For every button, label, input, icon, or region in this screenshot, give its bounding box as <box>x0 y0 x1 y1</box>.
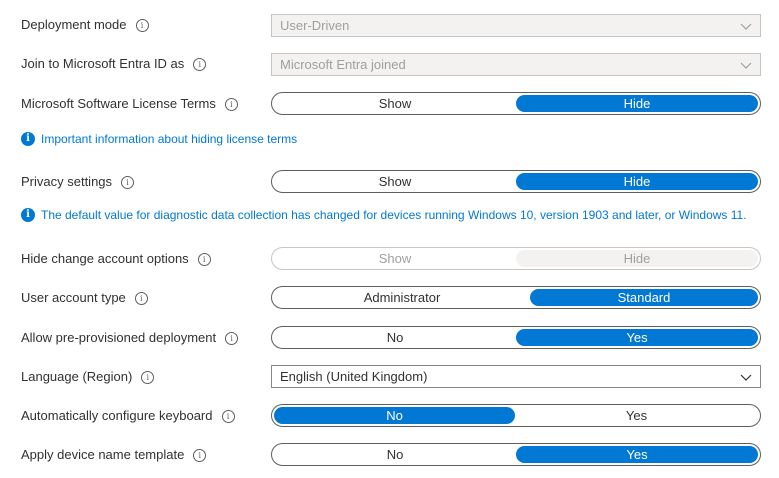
info-filled-icon: i <box>21 132 35 146</box>
user-account-type-label: User account type <box>21 290 126 305</box>
join-entra-label-wrap: Join to Microsoft Entra ID as i <box>21 55 207 73</box>
info-icon[interactable]: i <box>224 97 238 111</box>
privacy-hide-option[interactable]: Hide <box>516 173 758 190</box>
chevron-down-icon <box>740 23 752 30</box>
deployment-mode-label: Deployment mode <box>21 17 127 32</box>
hide-change-account-show-option[interactable]: Show <box>274 250 516 267</box>
deployment-mode-value: User-Driven <box>280 18 350 33</box>
user-account-type-label-wrap: User account type i <box>21 289 148 307</box>
privacy-show-option[interactable]: Show <box>274 173 516 190</box>
chevron-down-icon <box>740 374 752 381</box>
info-icon[interactable]: i <box>221 409 235 423</box>
device-name-template-label: Apply device name template <box>21 447 185 462</box>
auto-keyboard-no-option[interactable]: No <box>274 407 515 424</box>
info-icon[interactable]: i <box>141 370 155 384</box>
hide-change-account-hide-option[interactable]: Hide <box>516 250 758 267</box>
chevron-down-icon <box>740 62 752 69</box>
user-account-type-standard-option[interactable]: Standard <box>530 289 758 306</box>
privacy-label-wrap: Privacy settings i <box>21 173 135 191</box>
license-terms-label-wrap: Microsoft Software License Terms i <box>21 95 238 113</box>
pre-provisioned-label-wrap: Allow pre-provisioned deployment i <box>21 329 239 347</box>
hide-change-account-toggle: Show Hide <box>271 247 761 270</box>
pre-provisioned-toggle: No Yes <box>271 326 761 349</box>
info-icon[interactable]: i <box>193 448 207 462</box>
auto-keyboard-yes-option[interactable]: Yes <box>515 407 758 424</box>
privacy-info-text: The default value for diagnostic data co… <box>41 208 747 222</box>
privacy-label: Privacy settings <box>21 174 113 189</box>
auto-keyboard-label-wrap: Automatically configure keyboard i <box>21 407 235 425</box>
join-entra-select[interactable]: Microsoft Entra joined <box>271 53 761 76</box>
join-entra-label: Join to Microsoft Entra ID as <box>21 56 185 71</box>
license-terms-label: Microsoft Software License Terms <box>21 96 216 111</box>
language-label-wrap: Language (Region) i <box>21 368 155 386</box>
privacy-toggle: Show Hide <box>271 170 761 193</box>
auto-keyboard-toggle: No Yes <box>271 404 761 427</box>
info-icon[interactable]: i <box>225 331 239 345</box>
autopilot-oobe-settings-form: Deployment mode i User-Driven Join to Mi… <box>0 0 779 478</box>
deployment-mode-label-wrap: Deployment mode i <box>21 16 149 34</box>
device-name-template-yes-option[interactable]: Yes <box>516 446 758 463</box>
device-name-template-label-wrap: Apply device name template i <box>21 446 207 464</box>
hide-change-account-label-wrap: Hide change account options i <box>21 250 211 268</box>
user-account-type-toggle: Administrator Standard <box>271 286 761 309</box>
license-info-message: i Important information about hiding lic… <box>21 132 297 146</box>
deployment-mode-select[interactable]: User-Driven <box>271 14 761 37</box>
license-terms-hide-option[interactable]: Hide <box>516 95 758 112</box>
info-icon[interactable]: i <box>135 18 149 32</box>
pre-provisioned-label: Allow pre-provisioned deployment <box>21 330 217 345</box>
info-icon[interactable]: i <box>197 252 211 266</box>
license-terms-show-option[interactable]: Show <box>274 95 516 112</box>
device-name-template-toggle: No Yes <box>271 443 761 466</box>
device-name-template-no-option[interactable]: No <box>274 446 516 463</box>
hide-change-account-label: Hide change account options <box>21 251 189 266</box>
privacy-info-message: i The default value for diagnostic data … <box>21 208 747 222</box>
license-terms-toggle: Show Hide <box>271 92 761 115</box>
license-info-link[interactable]: Important information about hiding licen… <box>41 132 297 146</box>
auto-keyboard-label: Automatically configure keyboard <box>21 408 213 423</box>
pre-provisioned-yes-option[interactable]: Yes <box>516 329 758 346</box>
info-icon[interactable]: i <box>134 291 148 305</box>
info-icon[interactable]: i <box>193 57 207 71</box>
info-filled-icon: i <box>21 208 35 222</box>
language-label: Language (Region) <box>21 369 133 384</box>
language-select[interactable]: English (United Kingdom) <box>271 365 761 388</box>
user-account-type-administrator-option[interactable]: Administrator <box>274 289 530 306</box>
pre-provisioned-no-option[interactable]: No <box>274 329 516 346</box>
info-icon[interactable]: i <box>121 175 135 189</box>
language-value: English (United Kingdom) <box>280 369 428 384</box>
join-entra-value: Microsoft Entra joined <box>280 57 406 72</box>
